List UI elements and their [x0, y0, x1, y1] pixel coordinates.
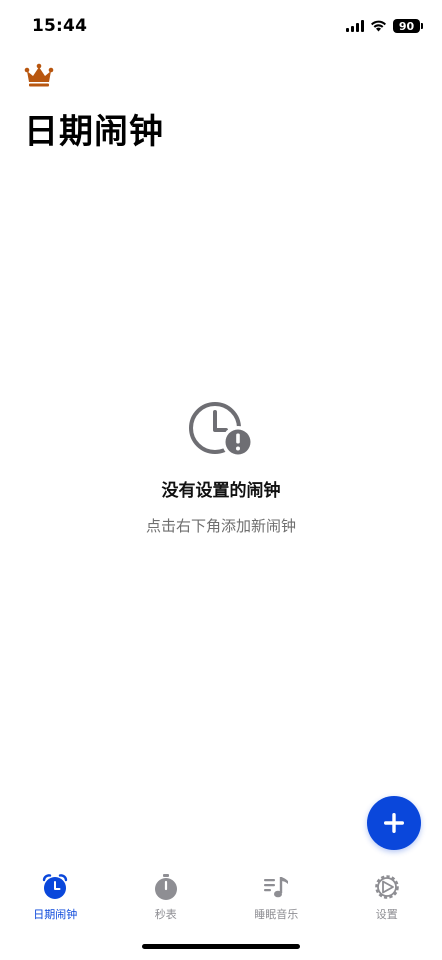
empty-state-title: 没有设置的闹钟 [161, 481, 281, 501]
gear-icon [372, 872, 402, 902]
tab-sleep-music[interactable]: 睡眠音乐 [221, 872, 332, 928]
stopwatch-icon [151, 872, 181, 902]
status-bar: 15:44 90 [0, 0, 442, 54]
page-title: 日期闹钟 [24, 112, 164, 152]
empty-state: 没有设置的闹钟 点击右下角添加新闹钟 [0, 400, 442, 536]
battery-level: 90 [398, 19, 415, 33]
tab-label: 秒表 [154, 908, 177, 921]
music-list-icon [261, 872, 291, 902]
tab-bar: 日期闹钟 秒表 睡眠音乐 设置 [0, 872, 442, 928]
status-time: 15:44 [32, 16, 88, 36]
wifi-icon [371, 20, 386, 32]
empty-state-subtitle: 点击右下角添加新闹钟 [145, 517, 296, 535]
tab-label: 睡眠音乐 [254, 908, 299, 921]
alarm-clock-icon [40, 872, 70, 902]
tab-date-alarm[interactable]: 日期闹钟 [0, 872, 111, 928]
crown-icon[interactable] [24, 62, 54, 88]
tab-stopwatch[interactable]: 秒表 [111, 872, 222, 928]
status-icons: 90 [346, 19, 423, 33]
battery-icon: 90 [393, 19, 423, 33]
clock-alert-icon [189, 402, 254, 458]
tab-label: 日期闹钟 [33, 908, 78, 921]
tab-settings[interactable]: 设置 [332, 872, 442, 928]
add-alarm-button[interactable] [367, 796, 421, 850]
plus-icon [384, 813, 404, 833]
tab-label: 设置 [375, 908, 398, 921]
signal-icon [346, 20, 364, 32]
home-indicator[interactable] [142, 944, 300, 949]
